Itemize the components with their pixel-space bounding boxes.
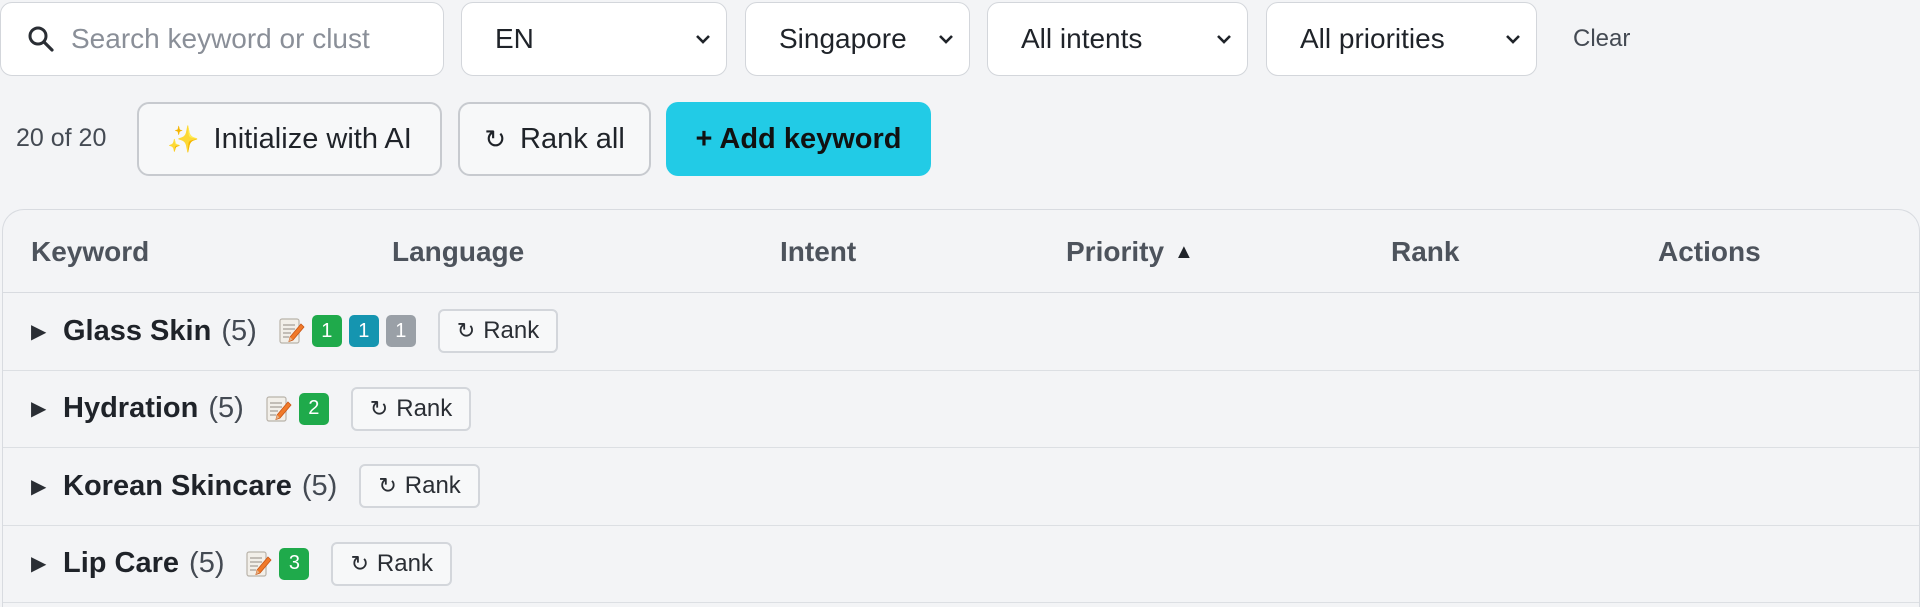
rank-button-label: Rank xyxy=(483,317,540,345)
table-header: Keyword Language Intent Priority ▲ Rank … xyxy=(3,210,1919,293)
cluster-name: Lip Care xyxy=(63,547,180,580)
language-select[interactable]: EN xyxy=(461,2,727,76)
column-header-priority-label: Priority xyxy=(1066,236,1165,267)
location-select-value: Singapore xyxy=(779,23,907,54)
table-row[interactable]: ▶ Korean Skincare (5) ↻ Rank xyxy=(3,448,1919,526)
status-badge: 1 xyxy=(348,315,379,348)
keyword-table: Keyword Language Intent Priority ▲ Rank … xyxy=(2,209,1920,607)
filter-bar: EN Singapore All intents All priorities … xyxy=(0,2,1920,76)
rank-all-button[interactable]: ↻ Rank all xyxy=(458,102,651,176)
rank-button[interactable]: ↻ Rank xyxy=(350,386,472,431)
cluster-count: (5) xyxy=(301,469,338,502)
rank-all-label: Rank all xyxy=(520,122,625,155)
cluster-count: (5) xyxy=(189,547,225,580)
add-keyword-button[interactable]: + Add keyword xyxy=(666,102,931,176)
caret-right-icon[interactable]: ▶ xyxy=(31,319,51,344)
column-header-language[interactable]: Language xyxy=(392,236,524,268)
search-input[interactable] xyxy=(71,23,411,55)
status-badge: 1 xyxy=(311,315,342,348)
result-count: 20 of 20 xyxy=(16,124,107,152)
clear-filters-button[interactable]: Clear xyxy=(1573,2,1630,76)
rank-button[interactable]: ↻ Rank xyxy=(359,464,480,509)
refresh-icon: ↻ xyxy=(369,395,389,421)
chevron-down-icon xyxy=(1506,35,1520,44)
rank-button-label: Rank xyxy=(396,394,453,422)
status-badge: 3 xyxy=(279,547,310,580)
language-select-value: EN xyxy=(495,23,534,54)
chevron-down-icon xyxy=(1217,35,1231,44)
caret-right-icon[interactable]: ▶ xyxy=(31,396,51,421)
column-header-intent[interactable]: Intent xyxy=(780,236,856,268)
sparkles-icon: ✨ xyxy=(167,123,200,154)
column-header-keyword[interactable]: Keyword xyxy=(31,236,149,268)
intent-select-value: All intents xyxy=(1021,23,1143,54)
intent-select[interactable]: All intents xyxy=(987,2,1248,76)
rank-button-label: Rank xyxy=(376,549,433,577)
document-edit-icon xyxy=(246,549,273,579)
cluster-name: Glass Skin xyxy=(63,314,212,347)
table-row[interactable]: ▶ Lip Care (5) 3 ↻ Rank xyxy=(3,526,1919,603)
column-header-rank[interactable]: Rank xyxy=(1391,236,1459,268)
document-edit-icon xyxy=(266,394,292,424)
caret-right-icon[interactable]: ▶ xyxy=(31,551,51,576)
rank-button[interactable]: ↻ Rank xyxy=(331,541,452,586)
cluster-count: (5) xyxy=(208,392,244,425)
table-row[interactable]: ▶ Hydration (5) 2 ↻ Rank xyxy=(3,371,1919,448)
chevron-down-icon xyxy=(696,35,710,44)
rank-button[interactable]: ↻ Rank xyxy=(437,309,559,354)
column-header-priority[interactable]: Priority ▲ xyxy=(1066,236,1194,268)
refresh-icon: ↻ xyxy=(484,123,506,154)
document-edit-icon xyxy=(279,316,305,346)
refresh-icon: ↻ xyxy=(350,550,369,576)
column-header-actions: Actions xyxy=(1658,236,1761,267)
search-box[interactable] xyxy=(0,2,444,76)
priority-select-value: All priorities xyxy=(1300,23,1445,54)
refresh-icon: ↻ xyxy=(456,318,476,344)
location-select[interactable]: Singapore xyxy=(745,2,970,76)
cluster-name: Korean Skincare xyxy=(63,469,292,502)
status-badge: 2 xyxy=(298,392,329,425)
search-icon xyxy=(27,24,57,54)
initialize-ai-button[interactable]: ✨ Initialize with AI xyxy=(137,102,442,176)
cluster-count: (5) xyxy=(221,314,257,347)
table-body: ▶ Glass Skin (5) 1 1 1 ↻ Rank ▶ Hydration (5) 2 ↻ Ran… xyxy=(3,293,1919,603)
status-badge: 1 xyxy=(385,315,416,348)
initialize-ai-label: Initialize with AI xyxy=(213,122,412,155)
chevron-down-icon xyxy=(939,35,953,44)
priority-select[interactable]: All priorities xyxy=(1266,2,1537,76)
refresh-icon: ↻ xyxy=(378,473,397,499)
rank-button-label: Rank xyxy=(404,472,461,500)
sort-ascending-icon: ▲ xyxy=(1174,240,1194,263)
caret-right-icon[interactable]: ▶ xyxy=(31,474,51,499)
table-row[interactable]: ▶ Glass Skin (5) 1 1 1 ↻ Rank xyxy=(3,293,1919,371)
cluster-name: Hydration xyxy=(63,392,199,425)
